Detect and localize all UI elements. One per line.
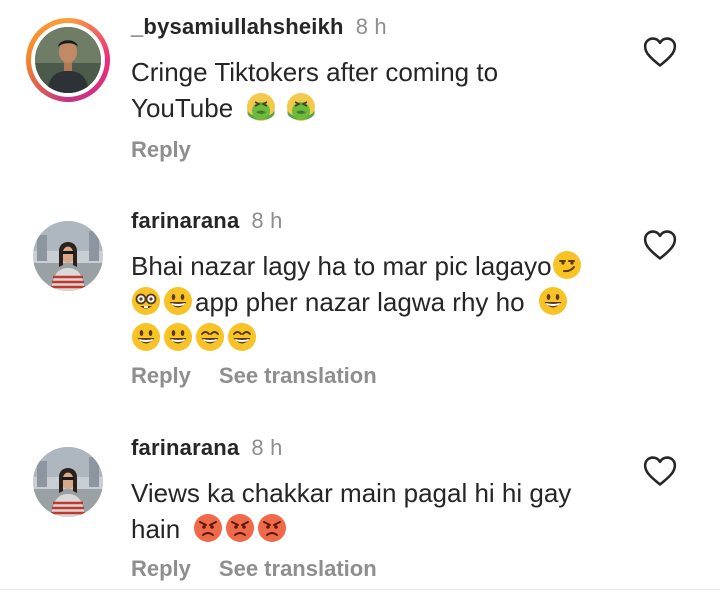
nauseated-face-icon (247, 93, 276, 121)
grinning-face-icon (164, 323, 192, 351)
heart-icon[interactable] (643, 229, 677, 261)
avatar-story-ring[interactable] (26, 18, 110, 102)
comment-time: 8 h (355, 14, 387, 39)
comment-text-fragment: hain (131, 514, 181, 544)
comment-actions: Reply See translation (131, 556, 405, 582)
bottom-divider (0, 589, 720, 590)
heart-icon[interactable] (643, 455, 677, 487)
angry-face-icon (226, 514, 255, 542)
comment-text-line: Bhai nazar lagy ha to mar pic lagayo (131, 248, 611, 284)
comment-actions: Reply See translation (131, 363, 405, 389)
angry-face-icon (194, 514, 223, 542)
comment-time: 8 h (251, 435, 283, 460)
comment-username[interactable]: farinarana 8 h (131, 208, 283, 234)
avatar-ring-gap (31, 23, 105, 97)
username-text[interactable]: farinarana (131, 435, 239, 460)
see-translation-button[interactable]: See translation (219, 363, 377, 388)
comment-text-fragment: app pher nazar lagwa rhy ho (195, 287, 525, 317)
comment-text-line: hain (131, 511, 611, 547)
comment-text-line: Views ka chakkar main pagal hi hi gay (131, 478, 572, 508)
username-text[interactable]: farinarana (131, 208, 239, 233)
comment-username[interactable]: _bysamiullahsheikh 8 h (131, 14, 387, 40)
comment-text-fragment: Bhai nazar lagy ha to mar pic lagayo (131, 251, 552, 281)
comment-text-line: app pher nazar lagwa rhy ho (131, 284, 611, 320)
comment-text-line (131, 320, 611, 356)
reply-button[interactable]: Reply (131, 556, 191, 581)
heart-icon[interactable] (643, 36, 677, 68)
comment-actions: Reply (131, 137, 219, 163)
comment-text-line: YouTube (131, 90, 611, 126)
avatar (35, 27, 101, 93)
angry-face-icon (258, 514, 287, 542)
nerd-face-icon (132, 287, 160, 315)
username-text[interactable]: _bysamiullahsheikh (131, 14, 344, 39)
avatar[interactable] (33, 447, 103, 517)
smiling-eyes-face-icon (196, 323, 224, 351)
smirking-face-icon (552, 251, 581, 279)
grinning-face-icon (132, 323, 160, 351)
grinning-face-icon (538, 287, 567, 315)
comment-username[interactable]: farinarana 8 h (131, 435, 283, 461)
reply-button[interactable]: Reply (131, 137, 191, 162)
comment-text: Bhai nazar lagy ha to mar pic lagayo app… (131, 248, 611, 356)
comment-text-fragment: YouTube (131, 93, 234, 123)
comment-text: Cringe Tiktokers after coming to YouTube (131, 54, 611, 126)
comment-text-line: Cringe Tiktokers after coming to (131, 57, 499, 87)
comment-time: 8 h (251, 208, 283, 233)
nauseated-face-icon (286, 93, 315, 121)
avatar[interactable] (33, 221, 103, 291)
smiling-eyes-face-icon (228, 323, 256, 351)
comment-text: Views ka chakkar main pagal hi hi gay ha… (131, 475, 611, 547)
grinning-face-icon (164, 287, 192, 315)
see-translation-button[interactable]: See translation (219, 556, 377, 581)
reply-button[interactable]: Reply (131, 363, 191, 388)
